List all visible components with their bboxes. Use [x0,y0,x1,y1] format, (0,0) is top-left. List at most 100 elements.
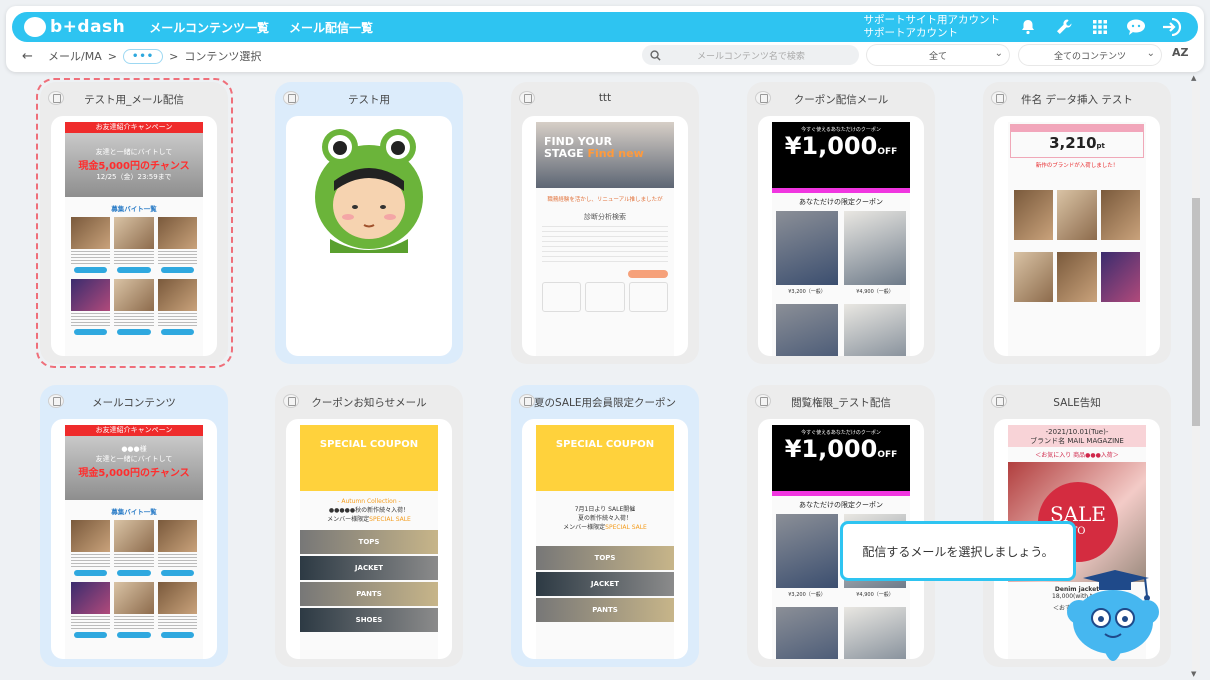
thumb-text: 職務経験を活かし、リニューアル推しましたが [547,197,663,203]
filter-select-status[interactable]: 全て ⌄ [867,45,1009,65]
scroll-thumb[interactable] [1192,198,1200,426]
card-title: ttt [598,92,612,104]
thumb-subtitle: 募集バイト一覧 [111,508,157,516]
thumb-hero: 今すぐ使えるあなただけのクーポン ¥1,000OFF [772,425,910,491]
scroll-up-arrow-icon[interactable]: ▲ [1191,74,1196,82]
search-input[interactable]: メールコンテンツ名で検索 [642,45,859,65]
content-card[interactable]: ttt FIND YOUR STAGE Find new 職務経験を活かし、リニ… [511,82,699,364]
bell-icon[interactable] [1018,17,1038,37]
toolbar: ← メール/MA > ••• > コンテンツ選択 メールコンテンツ名で検索 全て… [12,44,1198,68]
logo-mark-icon [24,17,46,37]
mail-thumbnail: SPECIAL COUPON 7月1日より SALE開催 夏の新作続々入荷！ メ… [536,425,674,659]
thumb-hero: -2021/10.01(Tue)- ブランド名 MAIL MAGAZINE [1008,425,1146,447]
thumb-hero: ●●●様 友達と一緒にバイトして 現金5,000円のチャンス [65,436,203,500]
thumb-band: TOPS [536,546,674,570]
thumb-lines [542,226,668,266]
content-card[interactable]: 夏のSALE用会員限定クーポン SPECIAL COUPON 7月1日より SA… [511,385,699,667]
content-card[interactable]: クーポン配信メール 今すぐ使えるあなただけのクーポン ¥1,000OFF あなた… [747,82,935,364]
thumb-banner: お友達紹介キャンペーン [65,122,203,133]
thumb-hero-date: 12/25（金）23:59まで [96,173,172,181]
thumb-bar [772,491,910,496]
breadcrumb-root[interactable]: メール/MA [48,48,102,64]
chat-icon[interactable] [1126,17,1146,37]
mail-thumbnail: お友達紹介キャンペーン 友達と一緒にバイトして 現金5,000円のチャンス 12… [65,122,203,356]
account-info[interactable]: サポートサイト用アカウント サポートアカウント [864,14,1001,40]
content-card[interactable]: クーポンお知らせメール SPECIAL COUPON - Autumn Coll… [275,385,463,667]
thumb-hero: SPECIAL COUPON [536,425,674,491]
content-card[interactable]: テスト用_メール配信 お友達紹介キャンペーン 友達と一緒にバイトして 現金5,0… [40,82,228,364]
content-card[interactable]: メールコンテンツ お友達紹介キャンペーン ●●●様 友達と一緒にバイトして 現金… [40,385,228,667]
vertical-scrollbar[interactable]: ▲ ▼ [1190,74,1202,680]
thumb-text-line: 夏の新作続々入荷！ [577,515,632,522]
nav-mail-deliveries[interactable]: メール配信一覧 [289,19,373,36]
card-preview: 今すぐ使えるあなただけのクーポン ¥1,000OFF あなただけの限定クーポン … [758,116,924,356]
breadcrumb-sep: > [107,49,117,63]
thumb-text-line: メンバー様限定SPECIAL SALE [304,515,434,524]
chevron-down-icon: ⌄ [994,48,1003,59]
thumb-date: -2021/10.01(Tue)- [1045,428,1109,436]
card-title: テスト用_メール配信 [84,94,184,106]
thumb-text-line: 7月1日より SALE開催 [574,506,636,513]
account-line1: サポートサイト用アカウント [863,14,1001,26]
card-title: 夏のSALE用会員限定クーポン [533,397,677,409]
logo[interactable]: b+dash [24,17,125,37]
thumb-line: あなただけの限定クーポン [799,501,883,509]
grid-icon[interactable] [1090,17,1110,37]
thumb-grid [1008,190,1146,302]
thumb-hero: 今すぐ使えるあなただけのクーポン ¥1,000OFF [772,122,910,188]
filter-status-value: 全て [928,51,947,62]
breadcrumb-more-button[interactable]: ••• [122,48,164,64]
card-preview: 3,210pt 新作のブランドが入荷しました！ [994,116,1160,356]
thumb-line: あなただけの限定クーポン [799,198,883,206]
thumb-subtitle: 募集バイト一覧 [111,205,157,213]
thumb-text: 7月1日より SALE開催 夏の新作続々入荷！ メンバー様限定SPECIAL S… [540,505,670,532]
thumb-band: PANTS [536,598,674,622]
thumb-amount-off: OFF [877,147,898,157]
guide-tooltip: 配信するメールを選択しましょう。 [840,521,1076,581]
logout-icon[interactable] [1162,17,1182,37]
thumb-grid [65,217,203,337]
content-card[interactable]: 件名 データ挿入 テスト 3,210pt 新作のブランドが入荷しました！ [983,82,1171,364]
thumb-price: ¥4,900（一般） [856,289,894,295]
thumb-band: PANTS [300,582,438,606]
mascot-illustration [1065,562,1161,672]
mail-thumbnail: お友達紹介キャンペーン ●●●様 友達と一緒にバイトして 現金5,000円のチャ… [65,425,203,659]
thumb-bar [772,188,910,193]
card-title: 件名 データ挿入 テスト [1021,94,1133,106]
content-card[interactable]: テスト用 [275,82,463,364]
wrench-icon[interactable] [1054,17,1074,37]
thumb-hero-line: 友達と一緒にバイトして [95,455,173,463]
card-title: SALE告知 [1053,397,1101,409]
thumb-amount-value: ¥1,000 [784,435,878,463]
card-title: メールコンテンツ [92,397,176,409]
sort-az-icon[interactable]: AZ [1172,46,1189,59]
thumb-hero: SPECIAL COUPON [300,425,438,491]
thumb-heading: 診断分析検索 [584,213,626,221]
thumb-band: SHOES [300,608,438,632]
breadcrumb-sep: > [169,49,179,63]
card-title: クーポン配信メール [793,94,889,106]
mail-thumbnail: FIND YOUR STAGE Find new 職務経験を活かし、リニューアル… [536,122,674,356]
nav-mail-contents[interactable]: メールコンテンツ一覧 [149,19,269,36]
thumb-hero: 3,210pt [1010,124,1144,158]
thumb-brand: ブランド名 MAIL MAGAZINE [1030,437,1124,445]
thumb-price: ¥4,900（一般） [856,592,894,598]
back-arrow-icon[interactable]: ← [22,49,38,64]
filter-contents-value: 全てのコンテンツ [1053,51,1126,62]
filter-select-contents[interactable]: 全てのコンテンツ ⌄ [1019,45,1161,65]
card-preview: FIND YOUR STAGE Find new 職務経験を活かし、リニューアル… [522,116,688,356]
thumb-amount-off: OFF [877,450,898,460]
card-preview: SPECIAL COUPON - Autumn Collection - ●●●… [286,419,452,659]
mail-thumbnail: 3,210pt 新作のブランドが入荷しました！ [1008,122,1146,356]
chevron-down-icon: ⌄ [1146,48,1155,59]
thumb-hero: FIND YOUR STAGE Find new [536,122,674,188]
thumb-text-line: メンバー様限定SPECIAL SALE [540,523,670,532]
thumb-hero-chance: 現金5,000円のチャンス [78,468,190,479]
thumb-text: ＜お気に入り 商品●●●入荷＞ [1035,452,1119,459]
thumb-text-line: ●●●●●秋の新作続々入荷！ [328,507,410,514]
main-nav: メールコンテンツ一覧 メール配信一覧 [149,19,373,36]
thumb-band: TOPS [300,530,438,554]
thumb-text-word: SPECIAL SALE [605,524,647,531]
frog-illustration [300,122,438,258]
scroll-down-arrow-icon[interactable]: ▼ [1191,670,1196,678]
